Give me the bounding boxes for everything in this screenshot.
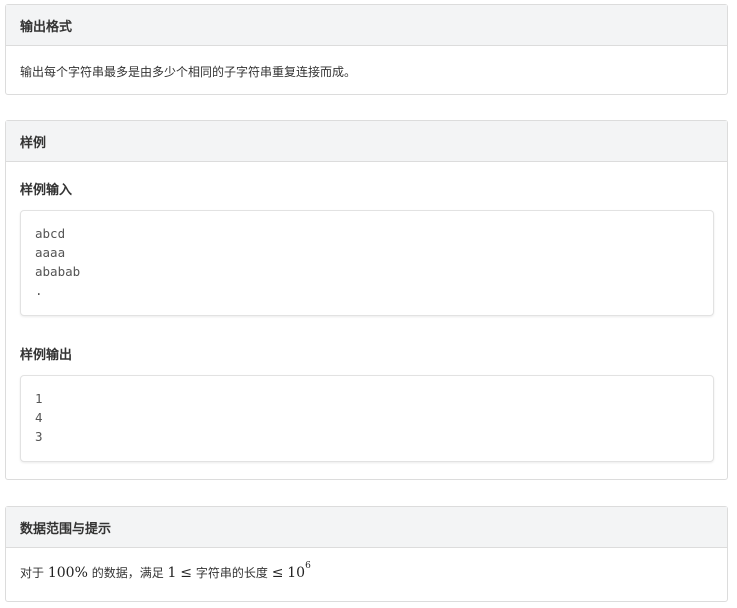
constraints-math-power: 106 <box>287 561 311 581</box>
sample-input-line: ababab <box>35 264 81 279</box>
sample-output-box[interactable]: 1 4 3 <box>20 375 714 462</box>
sample-output-line: 4 <box>35 410 43 425</box>
output-format-header: 输出格式 <box>6 5 727 46</box>
constraints-leq-2: ≤ <box>271 565 284 581</box>
constraints-math-exp: 6 <box>305 561 311 572</box>
constraints-leq-1: ≤ <box>180 565 193 581</box>
constraints-math-base: 10 <box>287 565 306 581</box>
output-format-description: 输出每个字符串最多是由多少个相同的子字符串重复连接而成。 <box>20 65 357 79</box>
output-format-card: 输出格式 输出每个字符串最多是由多少个相同的子字符串重复连接而成。 <box>5 4 728 95</box>
sample-output-line: 3 <box>35 429 43 444</box>
sample-output-line: 1 <box>35 391 43 406</box>
output-format-title: 输出格式 <box>20 19 73 35</box>
sample-input-box[interactable]: abcd aaaa ababab . <box>20 210 714 316</box>
sample-output-label: 样例输出 <box>20 348 73 363</box>
constraints-card: 数据范围与提示 对于 100% 的数据，满足 1 ≤ 字符串的长度 ≤ 106 <box>5 506 728 602</box>
sample-input-line: . <box>35 283 43 298</box>
constraints-text-prefix: 对于 <box>20 566 45 580</box>
constraints-text-var: 字符串的长度 <box>195 566 268 580</box>
sample-input-label: 样例输入 <box>20 183 73 198</box>
constraints-title: 数据范围与提示 <box>20 521 112 537</box>
constraints-body: 对于 100% 的数据，满足 1 ≤ 字符串的长度 ≤ 106 <box>6 548 727 581</box>
sample-title: 样例 <box>20 135 47 151</box>
constraints-header: 数据范围与提示 <box>6 507 727 548</box>
sample-header: 样例 <box>6 121 727 162</box>
sample-input-line: abcd <box>35 226 66 241</box>
constraints-math-one: 1 <box>167 565 177 581</box>
sample-input-line: aaaa <box>35 245 66 260</box>
constraints-percent: 100% <box>47 565 88 581</box>
output-format-body: 输出每个字符串最多是由多少个相同的子字符串重复连接而成。 <box>6 46 727 80</box>
sample-card: 样例 样例输入 abcd aaaa ababab . 样例输出 1 4 3 <box>5 120 728 480</box>
constraints-text-mid: 的数据，满足 <box>91 566 164 580</box>
